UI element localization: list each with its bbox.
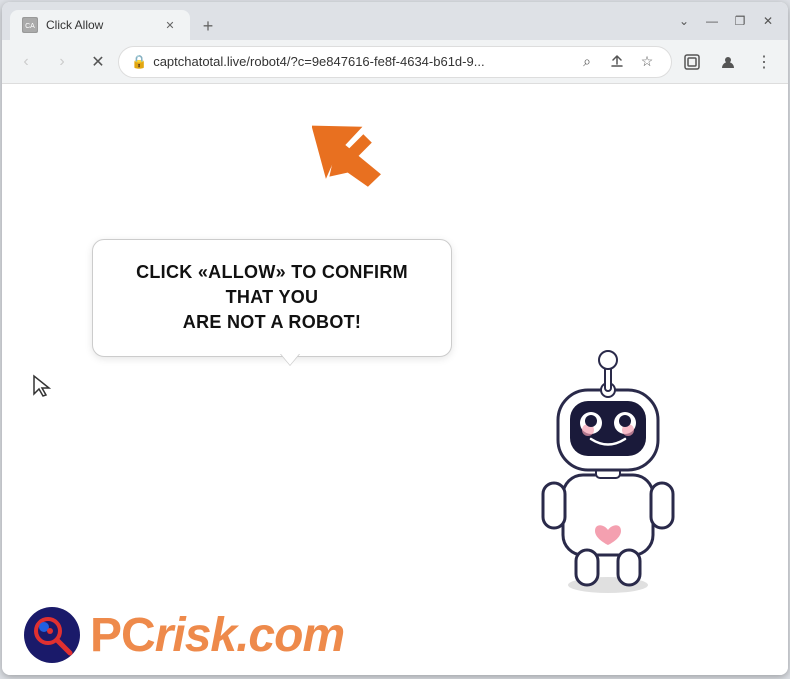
back-button[interactable]: ‹: [10, 46, 42, 78]
speech-bubble: CLICK «ALLOW» TO CONFIRM THAT YOU ARE NO…: [92, 239, 452, 357]
share-icon[interactable]: [605, 50, 629, 74]
pcrisk-suffix: risk.com: [155, 609, 344, 662]
toolbar: ‹ › ✕ 🔒 captchatotal.live/robot4/?c=9e84…: [2, 40, 788, 84]
toolbar-right: ⋮: [676, 46, 780, 78]
profile-button[interactable]: [712, 46, 744, 78]
bubble-text-line2: ARE NOT A ROBOT!: [123, 310, 421, 335]
bookmark-icon[interactable]: ☆: [635, 50, 659, 74]
minimize-button[interactable]: —: [700, 9, 724, 33]
new-tab-button[interactable]: +: [194, 12, 222, 40]
pcrisk-logo-icon: [22, 605, 82, 665]
address-icons: ⌕ ☆: [575, 50, 659, 74]
mouse-cursor: [32, 374, 52, 404]
robot-character: [508, 335, 708, 595]
window-controls: ⌄ — ❐ ✕: [672, 9, 780, 33]
orange-arrow: [312, 114, 392, 194]
bubble-text-line1: CLICK «ALLOW» TO CONFIRM THAT YOU: [123, 260, 421, 310]
tab-title: Click Allow: [46, 18, 154, 32]
pcrisk-text: PCrisk.com: [90, 608, 344, 663]
tabs-area: CA Click Allow ✕ +: [10, 2, 664, 40]
active-tab[interactable]: CA Click Allow ✕: [10, 10, 190, 40]
svg-text:CA: CA: [25, 23, 35, 30]
tab-strip-menu-button[interactable]: ⌄: [672, 9, 696, 33]
tab-close-button[interactable]: ✕: [162, 17, 178, 33]
tab-view-button[interactable]: [676, 46, 708, 78]
close-button[interactable]: ✕: [756, 9, 780, 33]
title-bar: CA Click Allow ✕ + ⌄ — ❐ ✕: [2, 2, 788, 40]
url-text: captchatotal.live/robot4/?c=9e847616-fe8…: [153, 54, 569, 69]
search-icon[interactable]: ⌕: [575, 50, 599, 74]
pcrisk-prefix: PC: [90, 609, 155, 662]
menu-button[interactable]: ⋮: [748, 46, 780, 78]
pcrisk-watermark: PCrisk.com: [2, 595, 788, 675]
maximize-button[interactable]: ❐: [728, 9, 752, 33]
page-content: CLICK «ALLOW» TO CONFIRM THAT YOU ARE NO…: [2, 84, 788, 675]
browser-window: CA Click Allow ✕ + ⌄ — ❐ ✕ ‹ › ✕ 🔒 captc…: [2, 2, 788, 675]
reload-button[interactable]: ✕: [82, 46, 114, 78]
forward-button[interactable]: ›: [46, 46, 78, 78]
lock-icon: 🔒: [131, 54, 147, 70]
robot-svg: [508, 335, 708, 595]
tab-favicon: CA: [22, 17, 38, 33]
arrow-container: [312, 114, 392, 194]
address-bar[interactable]: 🔒 captchatotal.live/robot4/?c=9e847616-f…: [118, 46, 672, 78]
